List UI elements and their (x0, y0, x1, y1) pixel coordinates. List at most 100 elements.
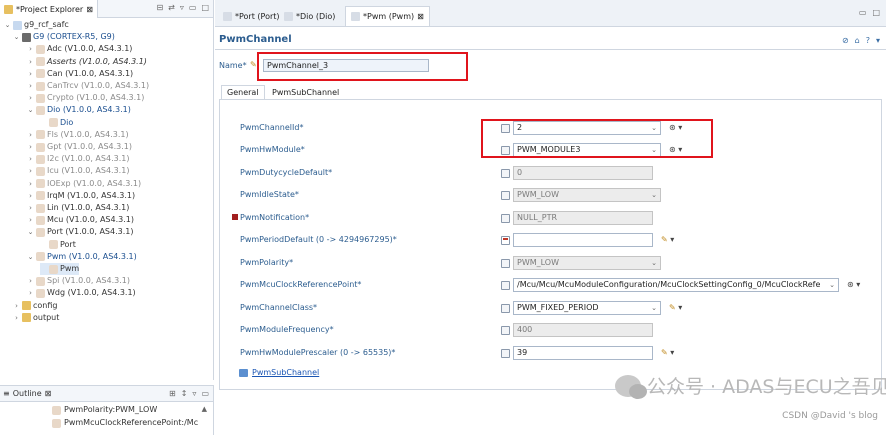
tree-item[interactable]: Dio (40, 117, 73, 129)
edit-icon[interactable]: ✎ ▾ (661, 235, 674, 244)
tree-item[interactable]: › Fls (V1.0.0, AS4.3.1) (27, 129, 129, 141)
tree-item[interactable]: ⌄ Port (V1.0.0, AS4.3.1) (27, 226, 133, 238)
tree-item[interactable]: › config (13, 300, 57, 312)
collapse-icon[interactable]: › (27, 141, 34, 153)
collapse-icon[interactable]: › (27, 287, 34, 299)
calculator-icon (501, 236, 510, 245)
chevron-down-icon[interactable]: ⌄ (651, 302, 657, 314)
module-icon (36, 105, 45, 115)
collapse-all-icon[interactable]: ⊞ (169, 389, 176, 398)
view-menu-icon[interactable]: ▿ (192, 389, 196, 398)
tab-port[interactable]: *Port (Port) (218, 6, 285, 26)
expand-icon[interactable]: ⌄ (4, 19, 11, 31)
tree-item[interactable]: › output (13, 312, 59, 324)
module-icon (223, 11, 232, 21)
tree-item[interactable]: ⌄ G9 (CORTEX-R5, G9) (13, 31, 115, 43)
collapse-icon[interactable]: › (27, 43, 34, 55)
tree-item[interactable]: › Mcu (V1.0.0, AS4.3.1) (27, 214, 134, 226)
project-explorer-title: *Project Explorer (16, 4, 84, 14)
tab-dio[interactable]: *Dio (Dio) (279, 6, 340, 26)
link-editor-icon[interactable]: ⇄ (168, 3, 175, 12)
collapse-icon[interactable]: › (13, 300, 20, 312)
collapse-icon[interactable]: › (27, 202, 34, 214)
collapse-icon[interactable]: › (27, 190, 34, 202)
tree-item[interactable]: ⌄ Dio (V1.0.0, AS4.3.1) (27, 104, 131, 116)
collapse-icon[interactable]: › (27, 165, 34, 177)
tree-item[interactable]: › Lin (V1.0.0, AS4.3.1) (27, 202, 129, 214)
collapse-icon[interactable]: › (27, 275, 34, 287)
tree-item[interactable]: › Icu (V1.0.0, AS4.3.1) (27, 165, 129, 177)
config-class-icon (501, 349, 510, 358)
maximize-icon[interactable]: □ (872, 8, 880, 17)
tree-item[interactable]: › IrqM (V1.0.0, AS4.3.1) (27, 190, 135, 202)
tree-item[interactable]: Port (40, 239, 76, 251)
close-icon[interactable]: ⊠ (86, 5, 93, 14)
tree-item-label: Wdg (V1.0.0, AS4.3.1) (47, 288, 136, 298)
tree-item[interactable]: › Wdg (V1.0.0, AS4.3.1) (27, 287, 136, 299)
tab-pwm[interactable]: *Pwm (Pwm) ⊠ (345, 6, 430, 26)
outline-item[interactable]: PwmPolarity:PWM_LOW (52, 404, 157, 416)
expand-icon[interactable]: ⌄ (13, 31, 20, 43)
collapse-icon[interactable]: › (27, 214, 34, 226)
text-field[interactable]: 39 (513, 346, 653, 360)
tree-item[interactable]: ⌄ Pwm (V1.0.0, AS4.3.1) (27, 251, 137, 263)
tree-item[interactable]: › Gpt (V1.0.0, AS4.3.1) (27, 141, 132, 153)
menu-icon[interactable]: ▾ (876, 36, 880, 45)
collapse-icon[interactable]: › (27, 153, 34, 165)
minimize-icon[interactable]: ▭ (859, 8, 867, 17)
outline-panel: ≡ Outline ⊠ ⊞ ↕ ▿ ▭ PwmPolarity:PWM_LOW … (0, 385, 214, 435)
text-field[interactable] (513, 233, 653, 247)
tree-item[interactable]: › Crypto (V1.0.0, AS4.3.1) (27, 92, 144, 104)
tree-item-label: I2c (V1.0.0, AS4.3.1) (47, 154, 130, 164)
collapse-icon[interactable]: › (27, 178, 34, 190)
select-field[interactable]: PWM_FIXED_PERIOD ⌄ (513, 301, 661, 315)
tab-pwmsubchannel[interactable]: PwmSubChannel (268, 86, 343, 99)
scroll-up-icon[interactable]: ▲ (202, 405, 207, 413)
maximize-icon[interactable]: □ (201, 3, 209, 12)
help-icon[interactable]: ? (866, 36, 870, 45)
collapse-icon[interactable]: › (27, 68, 34, 80)
tree-item[interactable]: › Asserts (V1.0.0, AS4.3.1) (27, 56, 147, 68)
tree-item[interactable]: Pwm (40, 263, 80, 275)
collapse-all-icon[interactable]: ⊟ (156, 3, 163, 12)
collapse-icon[interactable]: › (27, 56, 34, 68)
field-value: 39 (517, 348, 528, 357)
tree-item[interactable]: › I2c (V1.0.0, AS4.3.1) (27, 153, 129, 165)
home-icon[interactable]: ⌂ (855, 36, 860, 45)
collapse-icon[interactable]: › (13, 312, 20, 324)
sort-icon[interactable]: ↕ (181, 389, 188, 398)
expand-icon[interactable]: ⌄ (27, 226, 34, 238)
tab-general[interactable]: General (221, 85, 265, 100)
tree-item[interactable]: › Spi (V1.0.0, AS4.3.1) (27, 275, 130, 287)
minimize-icon[interactable]: ▭ (201, 389, 209, 398)
tree-item[interactable]: › IOExp (V1.0.0, AS4.3.1) (27, 178, 141, 190)
tree-item-label: Spi (V1.0.0, AS4.3.1) (47, 276, 130, 286)
tree-item-label: Pwm (V1.0.0, AS4.3.1) (47, 251, 137, 261)
pwmsubchannel-link[interactable]: PwmSubChannel (252, 368, 319, 377)
close-icon[interactable]: ⊠ (45, 389, 52, 398)
link-icon[interactable]: ⊛ ▾ (847, 280, 860, 289)
tree-item[interactable]: › CanTrcv (V1.0.0, AS4.3.1) (27, 80, 149, 92)
project-explorer-tab[interactable]: *Project Explorer ⊠ (0, 0, 98, 18)
outline-item[interactable]: PwmMcuClockReferencePoint:/Mc (52, 417, 198, 429)
minimize-icon[interactable]: ▭ (189, 3, 197, 12)
expand-icon[interactable]: ⌄ (27, 251, 34, 263)
expand-icon[interactable]: ⌄ (27, 104, 34, 116)
select-field[interactable]: /Mcu/Mcu/McuModuleConfiguration/McuClock… (513, 278, 839, 292)
collapse-icon[interactable]: › (27, 92, 34, 104)
collapse-icon[interactable]: › (27, 80, 34, 92)
tree-item[interactable]: › Can (V1.0.0, AS4.3.1) (27, 68, 133, 80)
chevron-down-icon: ⌄ (651, 259, 657, 267)
collapse-icon[interactable]: › (27, 129, 34, 141)
edit-icon[interactable]: ✎ ▾ (661, 348, 674, 357)
title-toolbar: ⊘ ⌂ ? ▾ (842, 36, 880, 45)
field-label: PwmPeriodDefault (0 -> 4294967295)* (240, 235, 397, 244)
close-icon[interactable]: ⊠ (417, 12, 424, 21)
chevron-down-icon[interactable]: ⌄ (829, 279, 835, 291)
edit-icon[interactable]: ✎ ▾ (669, 303, 682, 312)
tree-item[interactable]: › Adc (V1.0.0, AS4.3.1) (27, 43, 132, 55)
refresh-icon[interactable]: ⊘ (842, 36, 849, 45)
tree-item[interactable]: ⌄ g9_rcf_safc (4, 19, 69, 31)
view-menu-icon[interactable]: ▿ (180, 3, 184, 12)
highlight-box (481, 119, 713, 158)
